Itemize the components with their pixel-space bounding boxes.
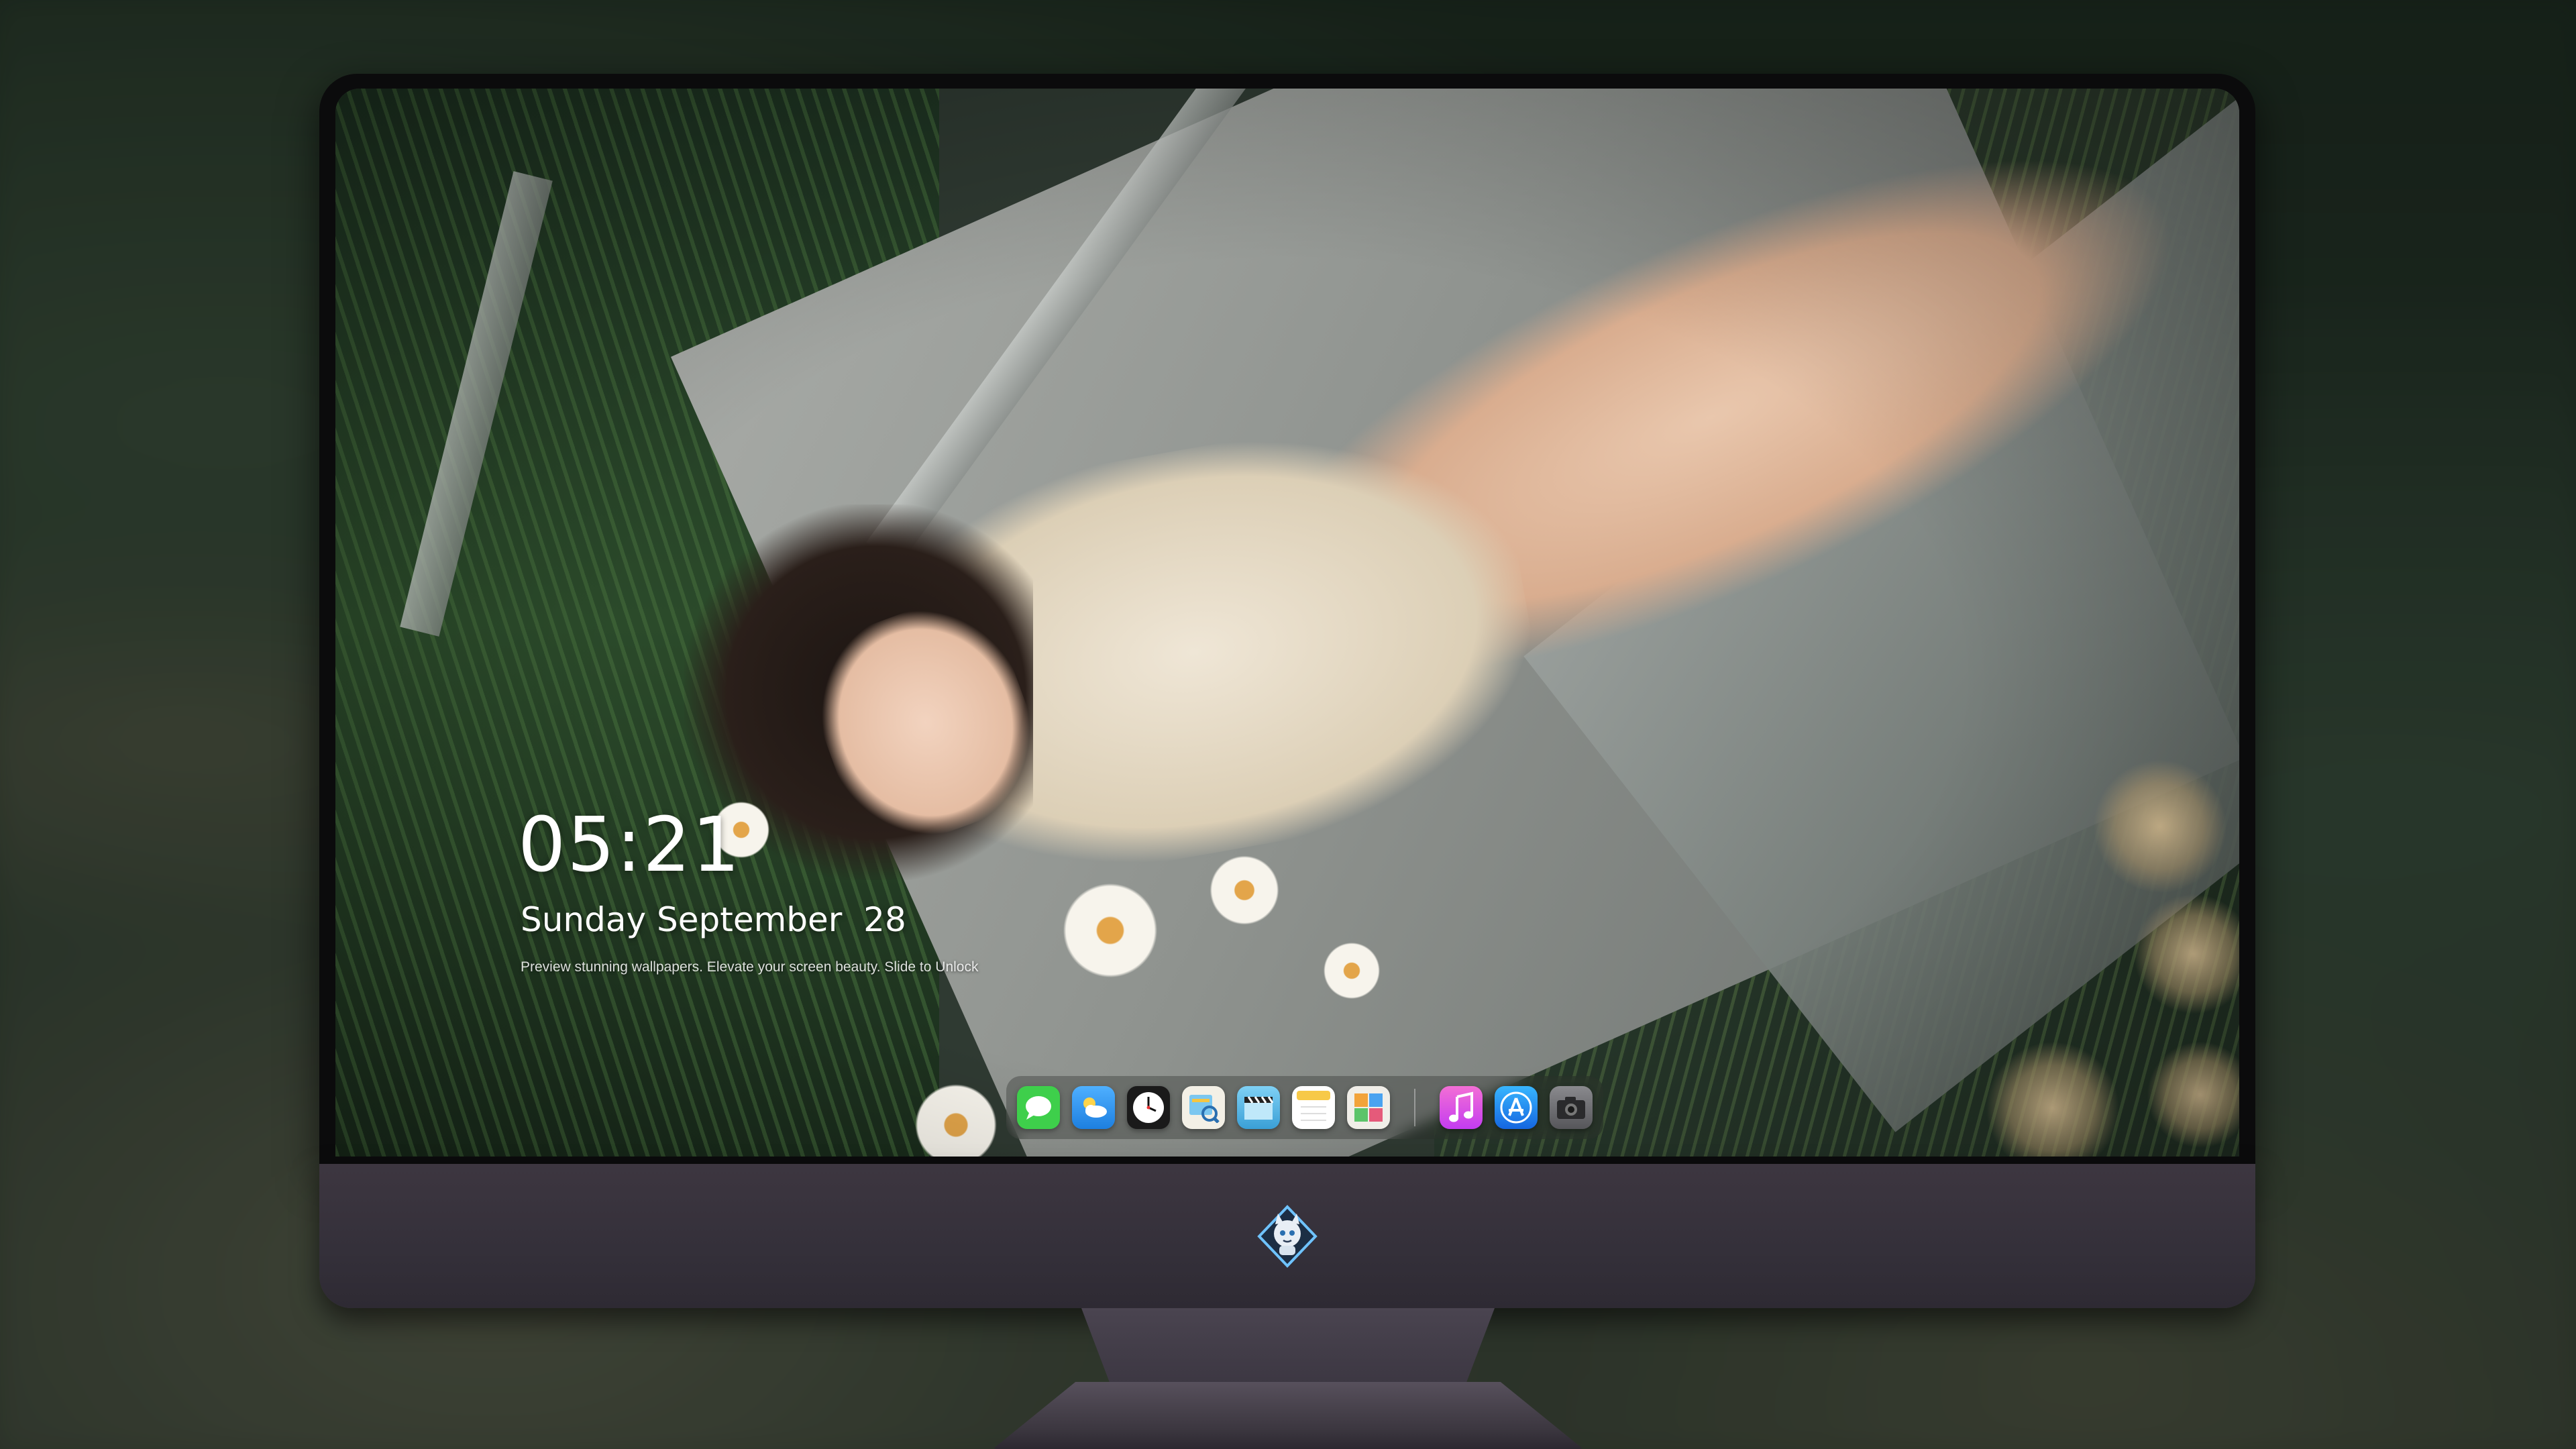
wallpaper-vignette bbox=[335, 89, 2239, 1157]
dock bbox=[1006, 1076, 1603, 1139]
speech-bubble-glyph bbox=[1026, 1096, 1051, 1120]
clock-icon[interactable] bbox=[1127, 1086, 1170, 1129]
monitor-chin bbox=[319, 1164, 2255, 1308]
dock-separator bbox=[1414, 1089, 1415, 1126]
cat-mascot-logo bbox=[1257, 1205, 1318, 1268]
lock-clock: 05:21 bbox=[518, 802, 741, 889]
desktop-stage: 05:21 Sunday September 28 Preview stunni… bbox=[0, 0, 2576, 1449]
photo-gallery-icon[interactable] bbox=[1347, 1086, 1390, 1129]
notes-icon[interactable] bbox=[1292, 1086, 1335, 1129]
weather-icon[interactable] bbox=[1072, 1086, 1115, 1129]
preview-glyph bbox=[1189, 1095, 1220, 1123]
notes-glyph bbox=[1297, 1091, 1330, 1121]
music-note-glyph bbox=[1449, 1091, 1473, 1122]
itunes-music-icon[interactable] bbox=[1440, 1086, 1483, 1129]
lock-tagline: Preview stunning wallpapers. Elevate you… bbox=[521, 959, 979, 975]
wallpaper bbox=[335, 89, 2239, 1157]
preview-icon[interactable] bbox=[1182, 1086, 1225, 1129]
monitor-bezel: 05:21 Sunday September 28 Preview stunni… bbox=[319, 74, 2255, 1164]
camera-glyph bbox=[1557, 1097, 1585, 1119]
clock-face-glyph bbox=[1133, 1092, 1164, 1123]
clapper-glyph bbox=[1244, 1096, 1274, 1120]
gallery-glyph bbox=[1354, 1093, 1383, 1122]
monitor: 05:21 Sunday September 28 Preview stunni… bbox=[319, 74, 2255, 1308]
lock-date: Sunday September 28 bbox=[521, 900, 906, 939]
video-clapper-icon[interactable] bbox=[1237, 1086, 1280, 1129]
app-store-icon[interactable] bbox=[1495, 1086, 1538, 1129]
monitor-stand-foot bbox=[993, 1382, 1583, 1449]
camera-icon[interactable] bbox=[1550, 1086, 1593, 1129]
messages-icon[interactable] bbox=[1017, 1086, 1060, 1129]
app-store-glyph bbox=[1500, 1091, 1532, 1124]
cloud-sun-glyph bbox=[1083, 1097, 1107, 1118]
lock-screen[interactable]: 05:21 Sunday September 28 Preview stunni… bbox=[335, 89, 2239, 1157]
